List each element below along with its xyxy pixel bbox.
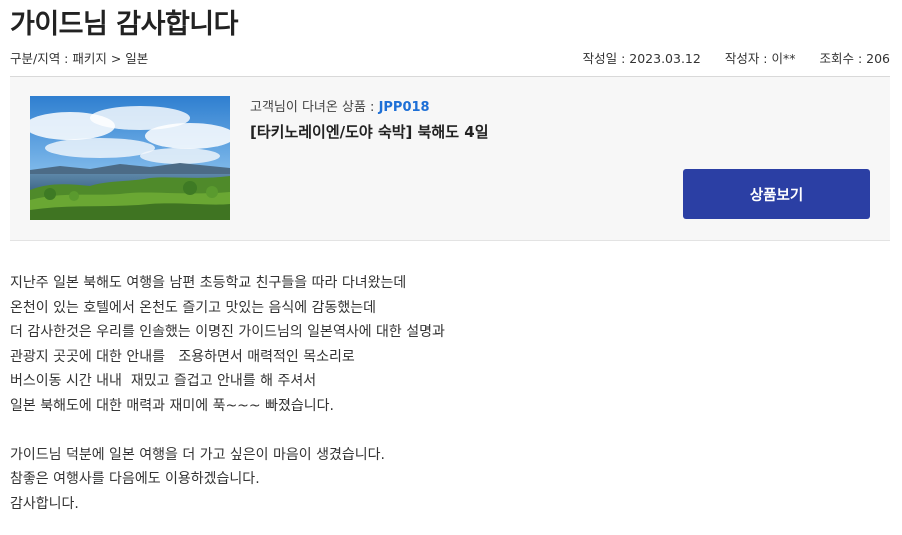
post-title: 가이드님 감사합니다: [10, 9, 238, 40]
body-line: 참좋은 여행사를 다음에도 이용하겠습니다.: [10, 471, 260, 487]
body-line: 온천이 있는 호텔에서 온천도 즐기고 맛있는 음식에 감동했는데: [10, 299, 377, 316]
post-body: 지난주 일본 북해도 여행을 남편 초등학교 친구들을 따라 다녀왔는데 온천이…: [10, 271, 445, 516]
post-date: 작성일 : 2023.03.12: [582, 51, 701, 66]
product-box: 고객님이 다녀온 상품 : JPP018 [타키노레이엔/도야 숙박] 북해도 …: [10, 77, 890, 241]
view-product-button[interactable]: 상품보기: [683, 169, 870, 219]
body-line: 일본 북해도에 대한 매력과 재미에 푹~~~ 빠졌습니다.: [10, 397, 334, 414]
post-author: 작성자 : 이**: [724, 51, 796, 66]
post-meta: 구분/지역 : 패키지 > 일본 작성일 : 2023.03.12 작성자 : …: [10, 48, 890, 68]
body-line: 감사합니다.: [10, 495, 79, 512]
body-line: 버스이동 시간 내내 재밌고 즐겁고 안내를 해 주셔서: [10, 373, 317, 389]
post-category: 구분/지역 : 패키지 > 일본: [10, 51, 149, 66]
body-line: 지난주 일본 북해도 여행을 남편 초등학교 친구들을 따라 다녀왔는데: [10, 275, 407, 291]
body-line: 가이드님 덕분에 일본 여행을 더 가고 싶은이 마음이 생겼습니다.: [10, 446, 385, 463]
product-code-label: 고객님이 다녀온 상품 :: [250, 100, 379, 115]
product-code: JPP018: [378, 100, 430, 115]
post-info: 작성일 : 2023.03.12 작성자 : 이** 조회수 : 206: [583, 48, 890, 67]
body-line: 관광지 곳곳에 대한 안내를 조용하면서 매력적인 목소리로: [10, 348, 355, 365]
product-name[interactable]: [타키노레이엔/도야 숙박] 북해도 4일: [250, 121, 489, 142]
post-views: 조회수 : 206: [819, 51, 890, 66]
product-thumbnail[interactable]: [30, 96, 230, 220]
product-code-line: 고객님이 다녀온 상품 : JPP018: [250, 96, 430, 115]
body-line: 더 감사한것은 우리를 인솔했는 이명진 가이드님의 일본역사에 대한 설명과: [10, 324, 445, 340]
